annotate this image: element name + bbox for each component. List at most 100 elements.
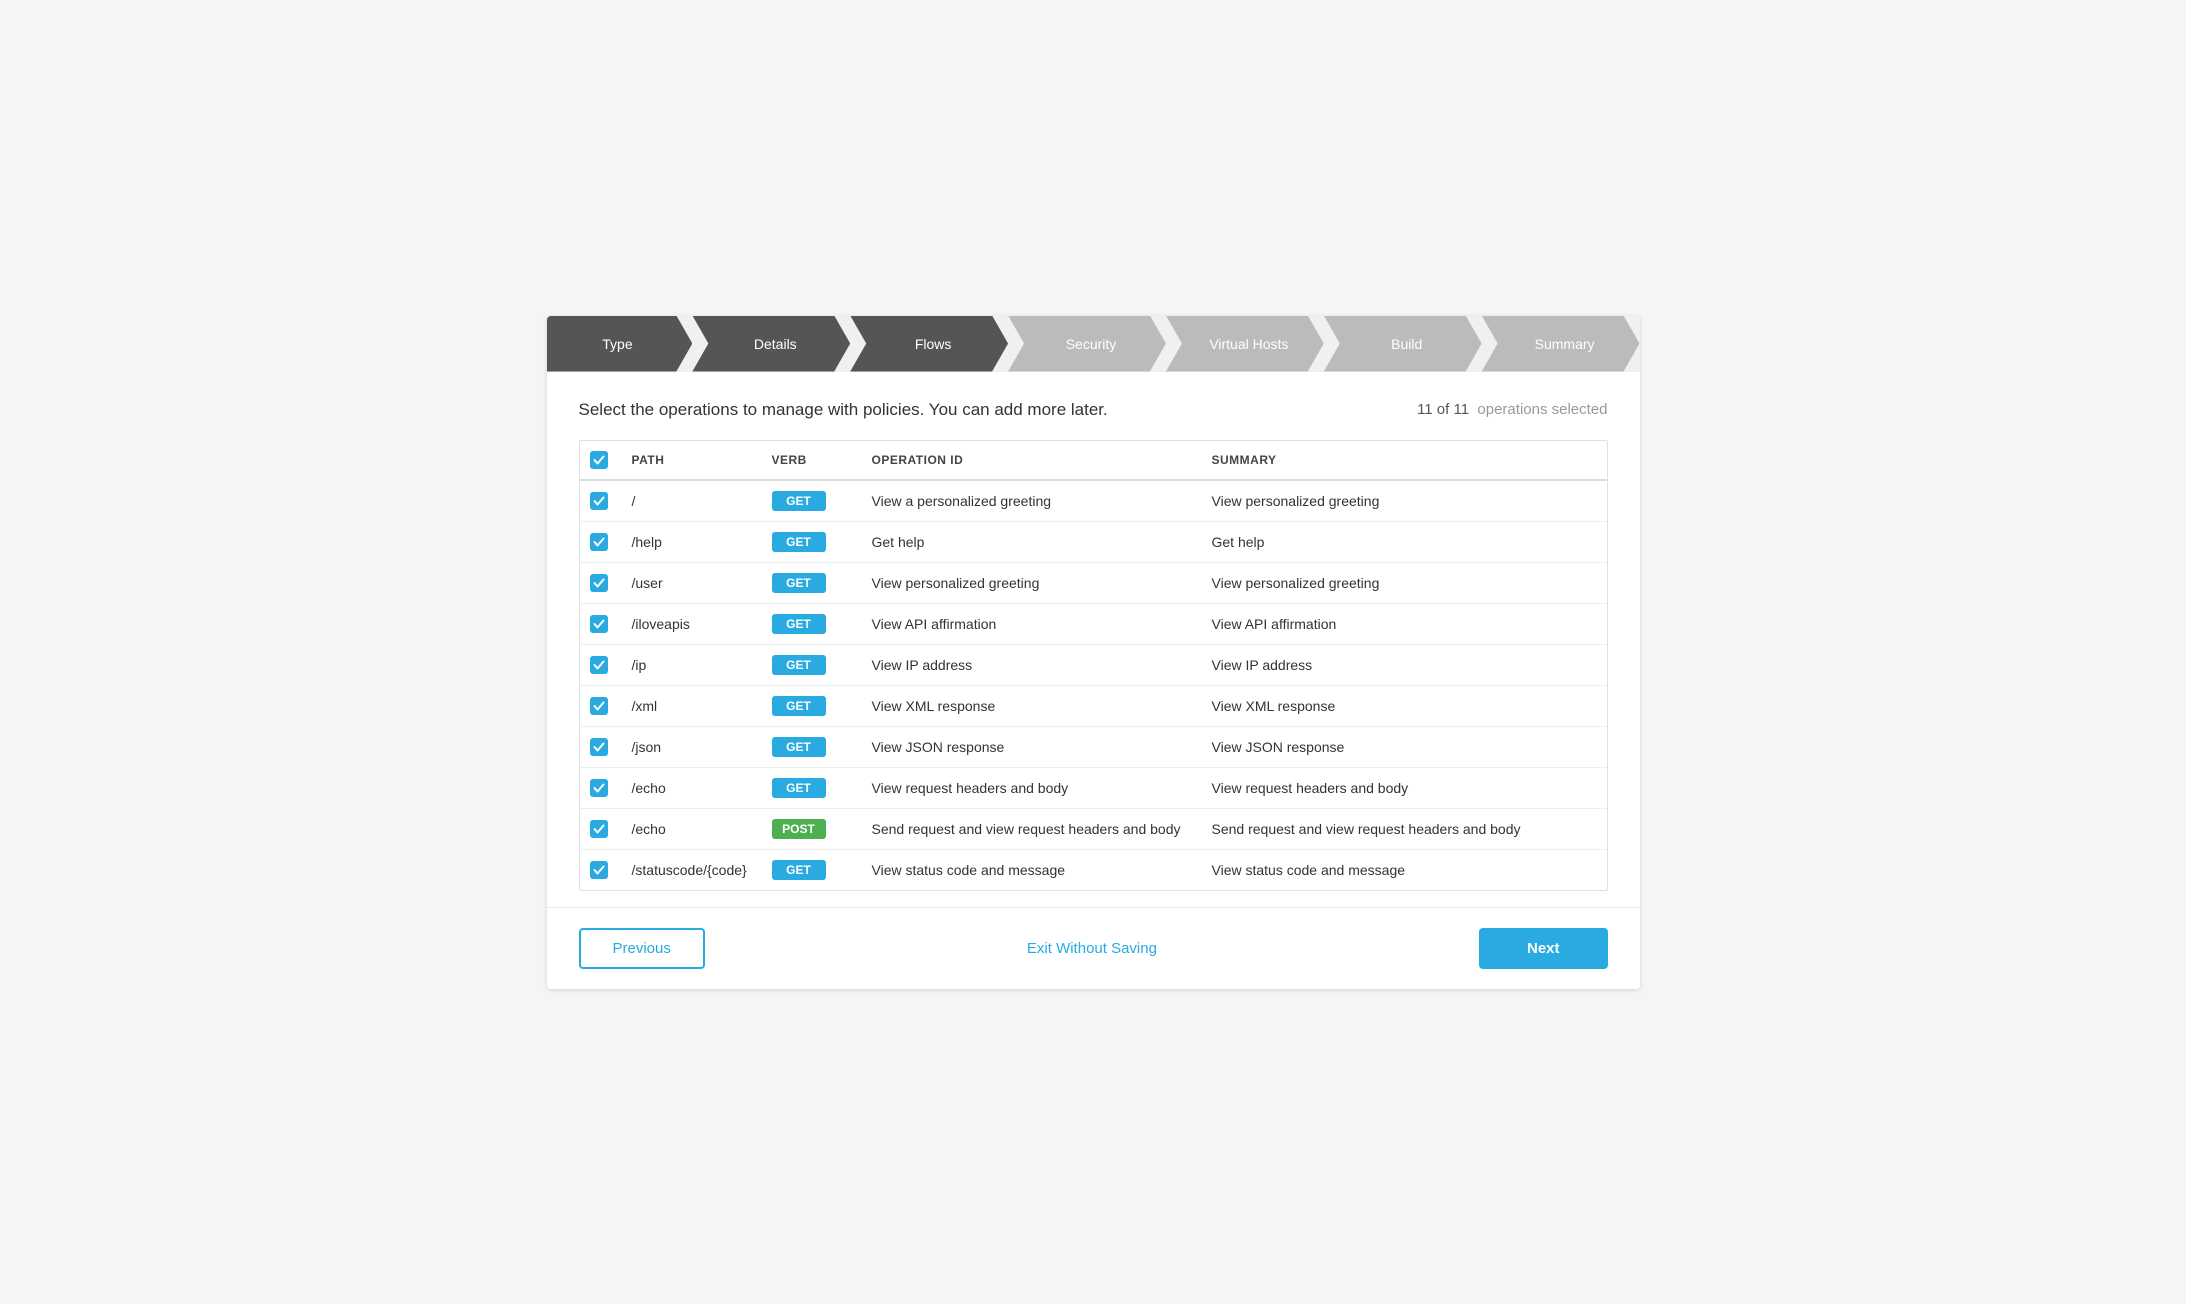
checkbox-box[interactable] [590,656,608,674]
th-path: PATH [620,441,760,480]
row-operation-id: Send request and view request headers an… [860,808,1200,849]
row-path: /xml [620,685,760,726]
row-checkbox-9[interactable] [590,861,608,879]
ops-count: 11 of 11 operations selected [1417,401,1607,418]
row-verb: GET [760,603,860,644]
checkbox-box[interactable] [590,779,608,797]
row-checkbox-6[interactable] [590,738,608,756]
wizard-container: Type Details Flows Security Virtual Host… [547,316,1640,989]
row-verb: POST [760,808,860,849]
ops-table-body: / GET View a personalized greetingView per… [580,480,1607,890]
check-icon [593,659,605,671]
row-checkbox-0[interactable] [590,492,608,510]
row-checkbox-8[interactable] [590,820,608,838]
row-path: /statuscode/{code} [620,849,760,890]
row-checkbox-cell [580,685,620,726]
row-operation-id: View XML response [860,685,1200,726]
table-header-row: PATH VERB OPERATION ID SUMMARY [580,441,1607,480]
check-icon [593,782,605,794]
verb-badge-get: GET [772,491,826,511]
checkbox-box[interactable] [590,533,608,551]
checkbox-box[interactable] [590,861,608,879]
previous-button[interactable]: Previous [579,928,705,969]
row-checkbox-5[interactable] [590,697,608,715]
step-virtual-hosts[interactable]: Virtual Hosts [1166,316,1324,372]
table-row: /ipGETView IP addressView IP address [580,644,1607,685]
step-type[interactable]: Type [547,316,693,372]
ops-table-wrapper: PATH VERB OPERATION ID SUMMARY /GETView … [579,440,1608,891]
table-row: / GET View a personalized greetingView per… [580,480,1607,522]
table-row: /userGETView personalized greetingView p… [580,562,1607,603]
step-details[interactable]: Details [692,316,850,372]
row-checkbox-cell [580,562,620,603]
checkbox-box[interactable] [590,451,608,469]
checkbox-box[interactable] [590,697,608,715]
row-summary: View API affirmation [1200,603,1607,644]
row-checkbox-1[interactable] [590,533,608,551]
row-verb: GET [760,685,860,726]
row-summary: Get help [1200,521,1607,562]
footer: Previous Exit Without Saving Next [547,907,1640,989]
row-verb: GET [760,849,860,890]
verb-badge-get: GET [772,655,826,675]
row-verb: GET [760,562,860,603]
content-header: Select the operations to manage with pol… [579,400,1608,420]
row-checkbox-4[interactable] [590,656,608,674]
step-security[interactable]: Security [1008,316,1166,372]
th-summary: SUMMARY [1200,441,1607,480]
row-checkbox-7[interactable] [590,779,608,797]
row-operation-id: View request headers and body [860,767,1200,808]
checkbox-box[interactable] [590,820,608,838]
ops-selected-num: 11 of 11 [1417,401,1469,418]
table-row: /echoGETView request headers and bodyVie… [580,767,1607,808]
table-row: /jsonGETView JSON responseView JSON resp… [580,726,1607,767]
row-path: /help [620,521,760,562]
row-path: /iloveapis [620,603,760,644]
exit-button[interactable]: Exit Without Saving [1027,940,1157,957]
row-verb: GET [760,726,860,767]
table-row: /xmlGETView XML responseView XML respons… [580,685,1607,726]
verb-badge-get: GET [772,860,826,880]
check-icon [593,741,605,753]
row-summary: Send request and view request headers an… [1200,808,1607,849]
row-checkbox-cell [580,849,620,890]
next-button[interactable]: Next [1479,928,1608,969]
header-checkbox-cell [580,441,620,480]
row-path: /ip [620,644,760,685]
row-summary: View personalized greeting [1200,480,1607,522]
row-checkbox-3[interactable] [590,615,608,633]
row-summary: View IP address [1200,644,1607,685]
th-verb: VERB [760,441,860,480]
header-checkbox[interactable] [590,451,608,469]
row-verb: GET [760,521,860,562]
check-icon [593,864,605,876]
verb-badge-get: GET [772,573,826,593]
row-operation-id: Get help [860,521,1200,562]
verb-badge-get: GET [772,737,826,757]
ops-selected-text: operations selected [1477,401,1607,418]
check-icon [593,577,605,589]
row-checkbox-cell [580,644,620,685]
row-path: / [620,480,760,522]
row-summary: View status code and message [1200,849,1607,890]
check-icon [593,495,605,507]
step-flows[interactable]: Flows [850,316,1008,372]
checkbox-box[interactable] [590,738,608,756]
verb-badge-get: GET [772,532,826,552]
checkbox-box[interactable] [590,574,608,592]
row-checkbox-cell [580,521,620,562]
main-content: Select the operations to manage with pol… [547,372,1640,907]
checkbox-box[interactable] [590,492,608,510]
row-checkbox-2[interactable] [590,574,608,592]
row-checkbox-cell [580,480,620,522]
checkbox-box[interactable] [590,615,608,633]
row-path: /echo [620,808,760,849]
step-build[interactable]: Build [1324,316,1482,372]
row-path: /echo [620,767,760,808]
step-summary[interactable]: Summary [1482,316,1640,372]
check-icon [593,618,605,630]
table-row: /statuscode/{code} GET View status code an… [580,849,1607,890]
row-operation-id: View a personalized greeting [860,480,1200,522]
row-operation-id: View API affirmation [860,603,1200,644]
row-summary: View JSON response [1200,726,1607,767]
